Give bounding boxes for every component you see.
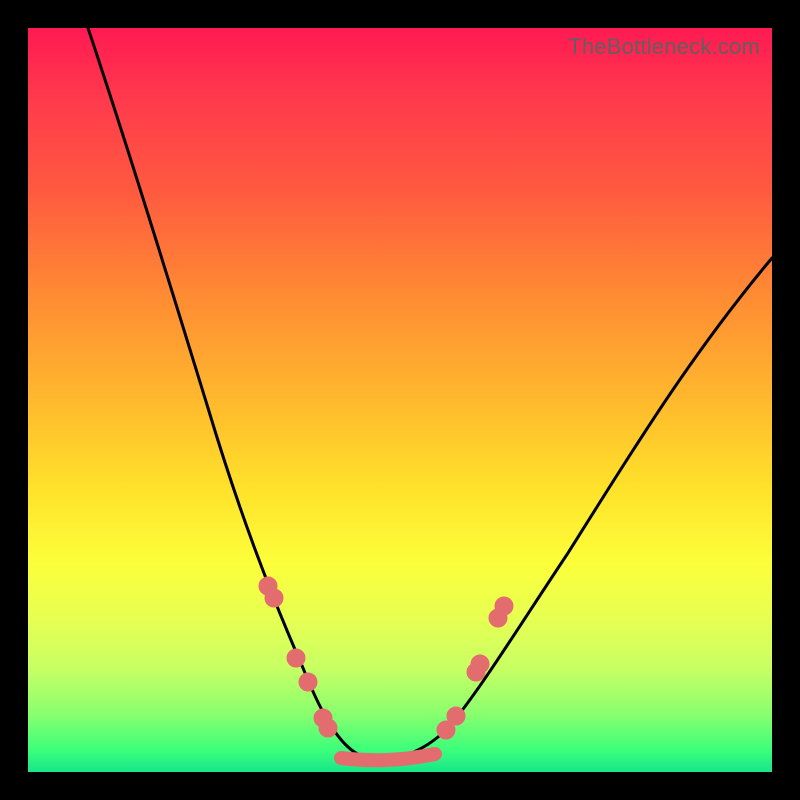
marker-dot xyxy=(287,649,305,667)
marker-dot xyxy=(265,589,283,607)
marker-dot xyxy=(495,597,513,615)
marker-dot xyxy=(299,673,317,691)
marker-dot xyxy=(447,707,465,725)
valley-floor-band xyxy=(341,754,435,760)
marker-dot xyxy=(319,719,337,737)
bottleneck-curve xyxy=(88,28,772,759)
chart-frame: TheBottleneck.com xyxy=(0,0,800,800)
plot-area: TheBottleneck.com xyxy=(28,28,772,772)
chart-svg xyxy=(28,28,772,772)
marker-group xyxy=(259,577,513,739)
marker-dot xyxy=(471,655,489,673)
